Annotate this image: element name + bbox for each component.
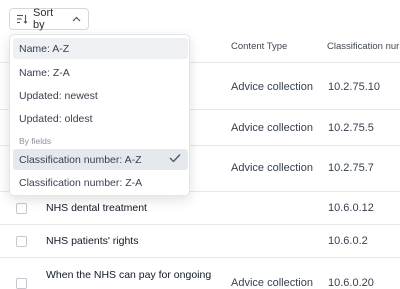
row-checkbox[interactable]: [16, 278, 27, 289]
sort-option-label: Classification number: A-Z: [19, 153, 142, 166]
column-header-content-type[interactable]: Content Type: [231, 41, 287, 52]
section-label-by-fields: By fields: [19, 136, 52, 146]
row-title[interactable]: NHS patients' rights: [46, 235, 138, 247]
row-content-type: Advice collection: [231, 122, 313, 134]
sort-option-updated-oldest[interactable]: Updated: oldest: [13, 108, 188, 129]
sort-option-classification-a-z[interactable]: Classification number: A-Z: [13, 149, 188, 170]
row-classification: 10.6.0.2: [328, 235, 368, 247]
sort-dropdown-menu: Name: A-Z Name: Z-A Updated: newest Upda…: [9, 34, 190, 196]
row-content-type: Advice collection: [231, 277, 313, 289]
sort-option-label: Updated: newest: [19, 89, 98, 102]
sort-option-name-z-a[interactable]: Name: Z-A: [13, 62, 188, 83]
sort-option-classification-z-a[interactable]: Classification number: Z-A: [13, 172, 188, 193]
row-title[interactable]: When the NHS can pay for ongoing: [46, 269, 211, 281]
sort-by-label: Sort by: [33, 7, 54, 31]
row-checkbox[interactable]: [16, 236, 27, 247]
sort-by-button[interactable]: Sort by: [9, 7, 89, 31]
sort-icon: [17, 14, 28, 24]
row-classification: 10.2.75.5: [328, 122, 374, 134]
row-classification: 10.6.0.12: [328, 202, 374, 214]
checkmark-icon: [169, 153, 181, 166]
sort-option-name-a-z[interactable]: Name: A-Z: [13, 38, 188, 59]
sort-option-label: Updated: oldest: [19, 112, 93, 125]
sort-option-label: Name: Z-A: [19, 66, 70, 79]
row-checkbox[interactable]: [16, 203, 27, 214]
chevron-up-icon: [72, 16, 81, 22]
row-classification: 10.6.0.20: [328, 277, 374, 289]
sort-option-updated-newest[interactable]: Updated: newest: [13, 85, 188, 106]
row-content-type: Advice collection: [231, 81, 313, 93]
sort-option-label: Classification number: Z-A: [19, 176, 143, 189]
table-row[interactable]: NHS patients' rights 10.6.0.2: [0, 224, 400, 257]
row-classification: 10.2.75.10: [328, 81, 380, 93]
row-classification: 10.2.75.7: [328, 162, 374, 174]
row-content-type: Advice collection: [231, 162, 313, 174]
sort-option-label: Name: A-Z: [19, 42, 70, 55]
row-title[interactable]: NHS dental treatment: [46, 202, 147, 214]
table-row[interactable]: When the NHS can pay for ongoing Advice …: [0, 257, 400, 289]
column-header-classification[interactable]: Classification nur: [327, 41, 399, 52]
